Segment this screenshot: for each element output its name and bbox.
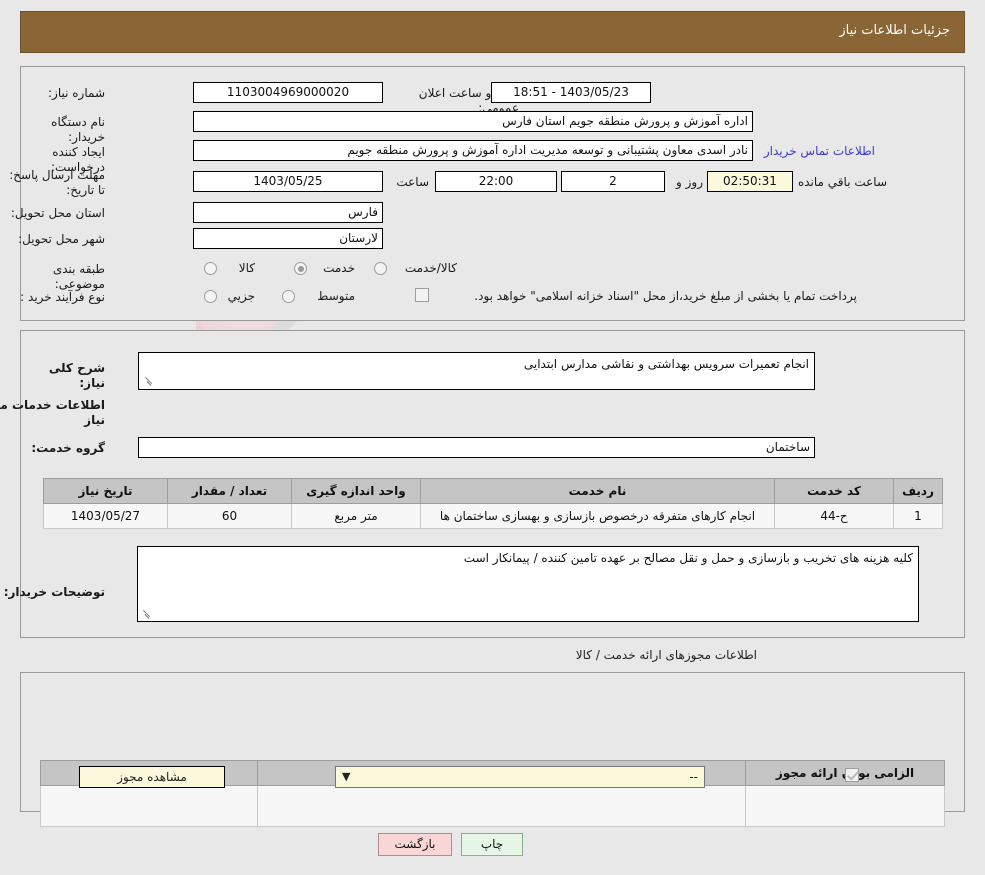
- service-group-field[interactable]: ساختمان: [138, 437, 815, 458]
- countdown-label: ساعت باقي مانده: [797, 175, 887, 189]
- services-table-header-row: ردیف کد خدمت نام خدمت واحد اندازه گیری ت…: [43, 478, 943, 504]
- cell-qty: 60: [167, 503, 292, 529]
- summary-textarea[interactable]: انجام تعمیرات سرویس بهداشتی و نقاشی مدار…: [138, 352, 815, 390]
- category-radio-service[interactable]: [294, 262, 307, 275]
- col-code: کد خدمت: [774, 478, 894, 504]
- permit-status-selected-value: --: [689, 770, 698, 784]
- table-row: [40, 785, 945, 827]
- col-date: تاریخ نیاز: [43, 478, 168, 504]
- delivery-province-field[interactable]: فارس: [193, 202, 383, 223]
- need-number-label: شماره نیاز:: [48, 86, 105, 100]
- category-radio-service-label: خدمت: [323, 261, 355, 275]
- deadline-hour-field[interactable]: 22:00: [435, 171, 557, 192]
- back-button[interactable]: بازگشت: [378, 833, 452, 856]
- buyer-notes-label: توضیحات خریدار:: [3, 585, 105, 599]
- cell-unit: متر مربع: [291, 503, 421, 529]
- buyer-contact-link[interactable]: اطلاعات تماس خریدار: [764, 144, 875, 158]
- summary-resize-grip[interactable]: [143, 377, 153, 387]
- col-name: نام خدمت: [420, 478, 775, 504]
- buyer-notes-textarea[interactable]: کلیه هزینه های تخریب و بازسازی و حمل و ن…: [137, 546, 919, 622]
- need-number-field[interactable]: 1103004969000020: [193, 82, 383, 103]
- cell-permit-required: [745, 785, 945, 827]
- buyer-org-label: نام دستگاه خریدار:: [51, 115, 105, 144]
- process-radio-minor-label: جزیي: [227, 289, 255, 303]
- treasury-bonds-note: پرداخت تمام یا بخشی از مبلغ خرید،از محل …: [474, 289, 857, 303]
- service-group-label: گروه خدمت:: [31, 441, 105, 455]
- cell-date: 1403/05/27: [43, 503, 168, 529]
- cell-row: 1: [893, 503, 943, 529]
- table-row: 1 ح-44 انجام کارهای متفرقه درخصوص بازساز…: [43, 503, 943, 529]
- category-radio-goods-service-label: کالا/خدمت: [404, 261, 457, 275]
- view-permit-button[interactable]: مشاهده مجوز: [79, 766, 225, 788]
- cell-permit-detail: [40, 785, 258, 827]
- permits-section-caption: اطلاعات مجوزهای ارائه خدمت / کالا: [575, 648, 757, 662]
- announce-datetime-field[interactable]: 1403/05/23 - 18:51: [491, 82, 651, 103]
- remaining-days-field[interactable]: 2: [561, 171, 665, 192]
- delivery-province-label: استان محل تحویل:: [10, 206, 105, 220]
- page-title: جزئیات اطلاعات نیاز: [839, 23, 950, 38]
- treasury-bonds-checkbox[interactable]: [415, 288, 429, 302]
- permit-status-select[interactable]: -- ▼: [335, 766, 705, 788]
- delivery-city-label: شهر محل تحویل:: [18, 232, 105, 246]
- services-table: ردیف کد خدمت نام خدمت واحد اندازه گیری ت…: [43, 478, 943, 529]
- countdown-field: 02:50:31: [707, 171, 793, 192]
- deadline-label: مهلت ارسال پاسخ: تا تاریخ:: [9, 168, 105, 197]
- remaining-days-label: روز و: [676, 175, 703, 189]
- summary-label: شرح کلی نیاز:: [48, 361, 105, 390]
- col-row: ردیف: [893, 478, 943, 504]
- col-unit: واحد اندازه گیری: [291, 478, 421, 504]
- cell-code: ح-44: [774, 503, 894, 529]
- process-radio-medium[interactable]: [282, 290, 295, 303]
- request-creator-field[interactable]: نادر اسدی معاون پشتیبانی و توسعه مدیریت …: [193, 140, 753, 161]
- deadline-hour-label: ساعت: [396, 175, 429, 189]
- cell-permit-status: [257, 785, 746, 827]
- services-section-caption: اطلاعات خدمات مورد نیاز: [0, 398, 105, 427]
- process-radio-minor[interactable]: [204, 290, 217, 303]
- page-banner: جزئیات اطلاعات نیاز: [20, 11, 965, 53]
- chevron-down-icon: ▼: [342, 770, 351, 783]
- category-radio-goods-label: کالا: [238, 261, 255, 275]
- page-root: AnaTender.net جزئیات اطلاعات نیاز شماره …: [0, 0, 985, 875]
- process-radio-medium-label: متوسط: [317, 289, 355, 303]
- process-type-label: نوع فرآیند خرید :: [20, 290, 105, 304]
- category-label: طبقه بندی موضوعی:: [52, 262, 105, 291]
- print-button[interactable]: چاپ: [461, 833, 523, 856]
- deadline-date-field[interactable]: 1403/05/25: [193, 171, 383, 192]
- permit-required-checkbox: [845, 768, 859, 782]
- buyer-notes-resize-grip[interactable]: [141, 610, 151, 620]
- buyer-org-field[interactable]: اداره آموزش و پرورش منطقه جویم استان فار…: [193, 111, 753, 132]
- category-radio-goods-service[interactable]: [374, 262, 387, 275]
- cell-name: انجام کارهای متفرقه درخصوص بازسازی و بهس…: [420, 503, 775, 529]
- category-radio-goods[interactable]: [204, 262, 217, 275]
- col-qty: تعداد / مقدار: [167, 478, 292, 504]
- delivery-city-field[interactable]: لارستان: [193, 228, 383, 249]
